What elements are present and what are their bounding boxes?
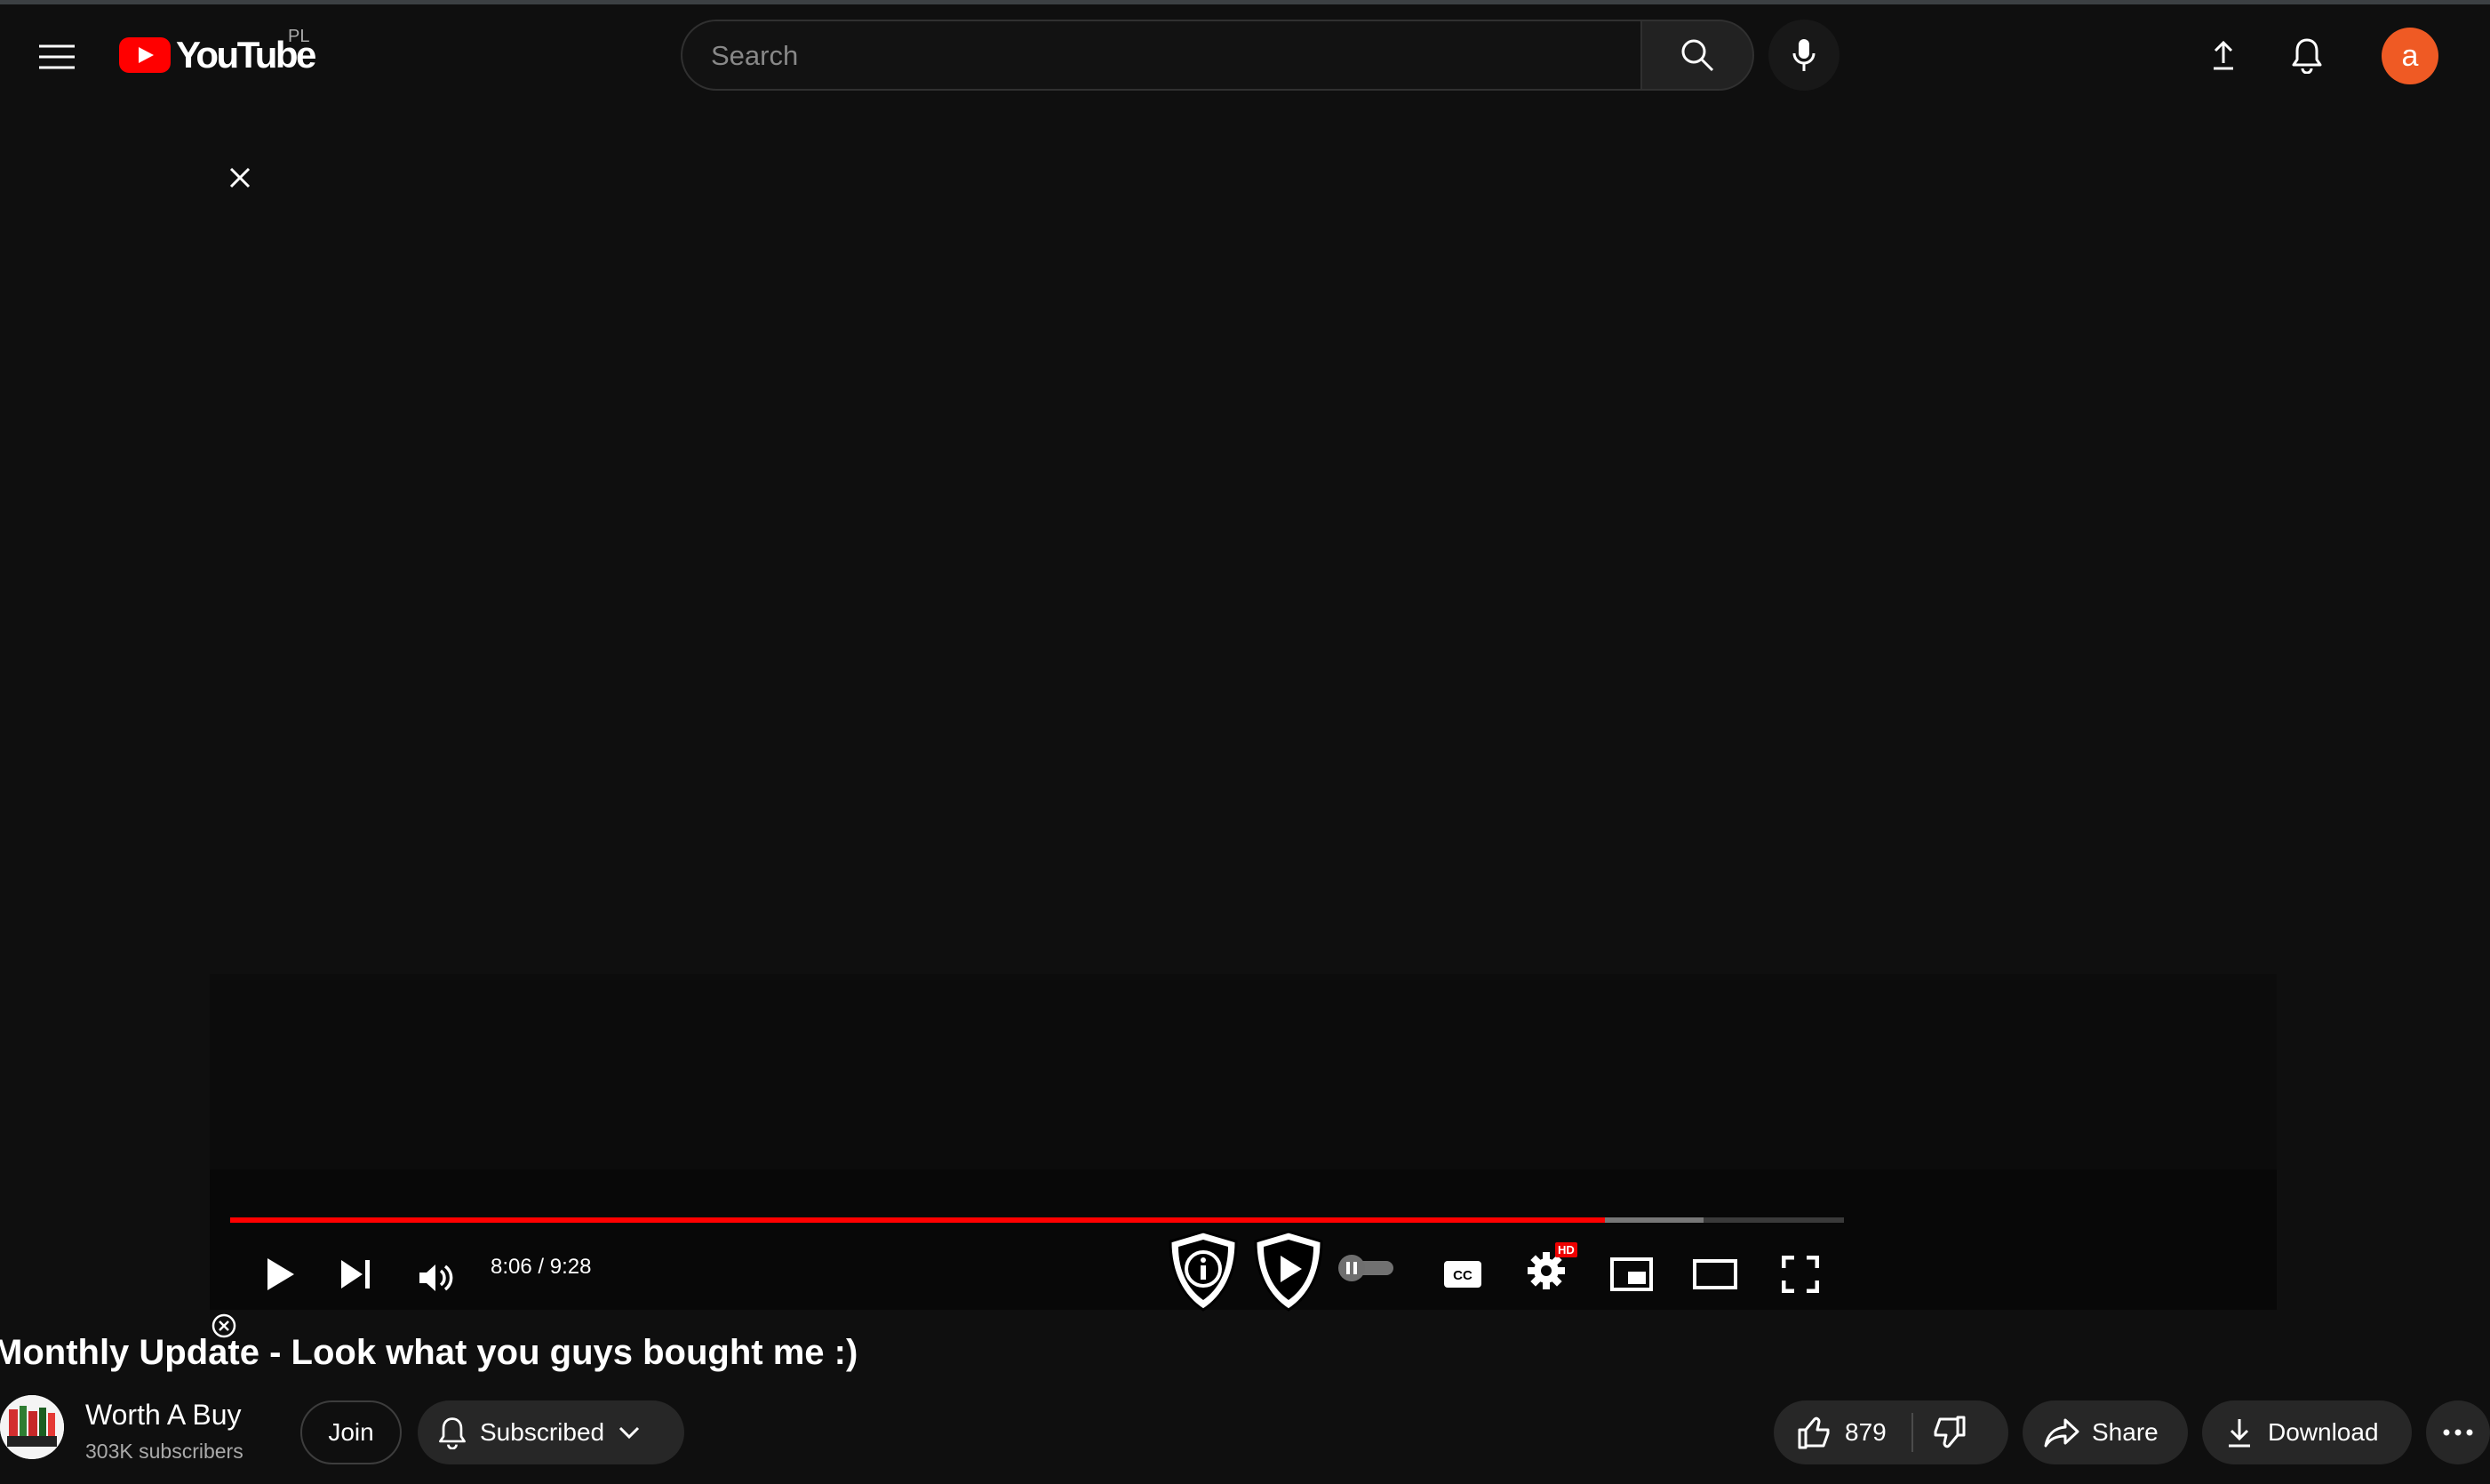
miniplayer-icon bbox=[1610, 1257, 1653, 1291]
menu-icon[interactable] bbox=[32, 32, 82, 82]
subtitles-button[interactable]: CC bbox=[1431, 1242, 1495, 1306]
youtube-play-logo-icon bbox=[119, 37, 171, 73]
skip-next-icon bbox=[341, 1260, 370, 1289]
share-icon bbox=[2044, 1418, 2079, 1448]
miniplayer-button[interactable] bbox=[1600, 1242, 1664, 1306]
play-icon bbox=[267, 1258, 294, 1290]
next-button[interactable] bbox=[323, 1242, 387, 1306]
search-icon bbox=[1681, 39, 1714, 72]
close-icon[interactable] bbox=[222, 160, 258, 195]
download-button[interactable]: Download bbox=[2202, 1400, 2412, 1464]
shield-play-icon bbox=[1254, 1230, 1323, 1312]
channel-name[interactable]: Worth A Buy bbox=[85, 1399, 242, 1432]
closed-captions-icon: CC bbox=[1444, 1261, 1481, 1288]
country-code: PL bbox=[288, 27, 310, 46]
upload-icon bbox=[2214, 40, 2233, 70]
thumbs-up-icon bbox=[1798, 1416, 1830, 1449]
theater-mode-button[interactable] bbox=[1683, 1242, 1747, 1306]
channel-logo-icon bbox=[0, 1395, 64, 1459]
thumbs-down-icon bbox=[1934, 1416, 1966, 1448]
shield-info-icon bbox=[1169, 1230, 1238, 1312]
subscriber-count: 303K subscribers bbox=[85, 1440, 243, 1463]
fullscreen-button[interactable] bbox=[1768, 1242, 1832, 1306]
hd-badge: HD bbox=[1555, 1242, 1577, 1257]
chevron-down-icon bbox=[619, 1426, 640, 1439]
join-button[interactable]: Join bbox=[300, 1400, 402, 1464]
volume-icon bbox=[419, 1265, 453, 1291]
extension-info-button[interactable] bbox=[1161, 1226, 1246, 1315]
time-display: 8:06 / 9:28 bbox=[491, 1255, 592, 1279]
bell-icon bbox=[439, 1417, 466, 1449]
fullscreen-icon bbox=[1782, 1256, 1819, 1293]
channel-avatar[interactable] bbox=[0, 1395, 64, 1459]
download-icon bbox=[2229, 1419, 2250, 1448]
svg-text:CC: CC bbox=[1453, 1268, 1472, 1283]
upload-button[interactable] bbox=[2195, 27, 2252, 84]
more-actions-button[interactable] bbox=[2426, 1400, 2490, 1464]
gear-icon bbox=[1528, 1252, 1565, 1289]
dislike-button[interactable] bbox=[1913, 1416, 1967, 1449]
voice-search-button[interactable] bbox=[1768, 20, 1840, 91]
search-input[interactable] bbox=[709, 21, 1601, 91]
progress-played bbox=[230, 1217, 1606, 1223]
share-label: Share bbox=[2092, 1418, 2159, 1446]
like-dislike-group: 879 bbox=[1774, 1400, 2008, 1464]
more-horizontal-icon bbox=[2443, 1429, 2473, 1436]
bell-icon bbox=[2292, 38, 2322, 74]
autoplay-toggle[interactable] bbox=[1337, 1253, 1395, 1283]
subscribed-button[interactable]: Subscribed bbox=[418, 1400, 684, 1464]
like-button[interactable]: 879 bbox=[1774, 1400, 1887, 1464]
download-label: Download bbox=[2268, 1418, 2379, 1446]
account-avatar[interactable]: a bbox=[2382, 28, 2438, 84]
like-count: 879 bbox=[1845, 1418, 1887, 1446]
microphone-icon bbox=[1792, 39, 1816, 71]
share-button[interactable]: Share bbox=[2023, 1400, 2188, 1464]
youtube-logo[interactable]: YouTube bbox=[119, 30, 316, 80]
window-top-border bbox=[0, 0, 2490, 4]
theater-mode-icon bbox=[1693, 1259, 1737, 1289]
autoplay-pause-icon bbox=[1338, 1255, 1393, 1281]
extension-play-button[interactable] bbox=[1246, 1226, 1331, 1315]
play-button[interactable] bbox=[249, 1242, 313, 1306]
search-box bbox=[681, 20, 1640, 91]
search-button[interactable] bbox=[1640, 20, 1754, 91]
volume-button[interactable] bbox=[405, 1246, 469, 1310]
notifications-button[interactable] bbox=[2279, 27, 2335, 84]
subscribed-label: Subscribed bbox=[480, 1418, 605, 1446]
video-title: Monthly Update - Look what you guys boug… bbox=[0, 1333, 858, 1372]
